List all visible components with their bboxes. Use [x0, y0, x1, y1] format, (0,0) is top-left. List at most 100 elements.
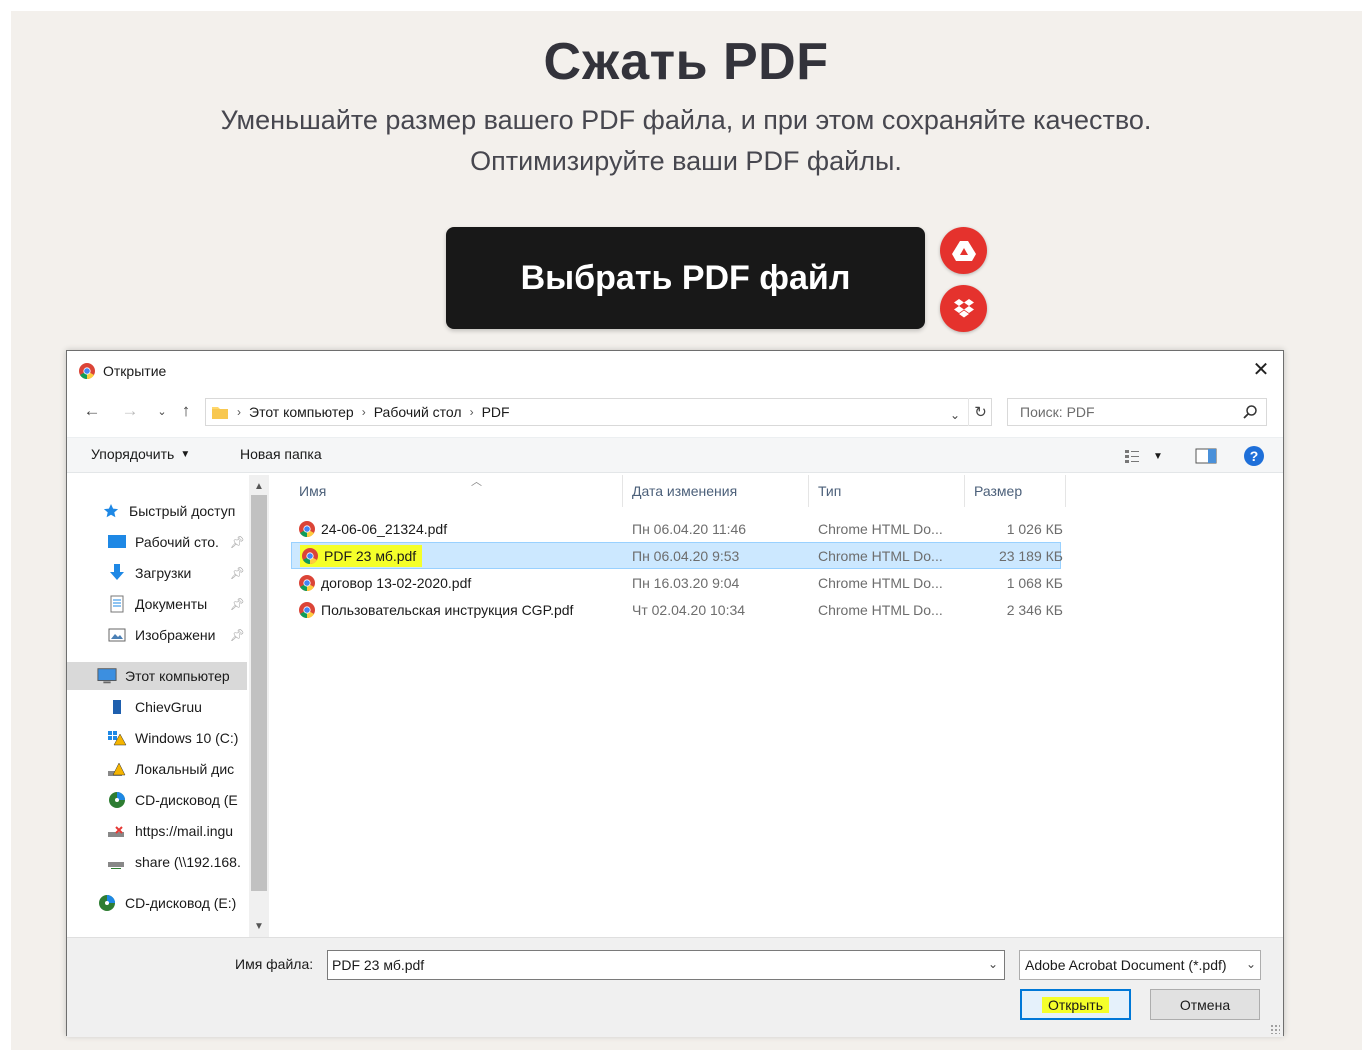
nav-label: Локальный дис [135, 761, 235, 777]
scroll-thumb[interactable] [251, 495, 267, 891]
nav-label: Изображени [135, 627, 216, 643]
forward-icon[interactable]: → [119, 399, 141, 423]
file-list: Имя ︿ Дата изменения Тип Размер 24-06-06… [271, 475, 1283, 937]
google-drive-button[interactable] [940, 227, 987, 274]
nav-chievgruu[interactable]: ChievGruu [67, 693, 247, 721]
file-date: Чт 02.04.20 10:34 [632, 601, 746, 618]
chevron-right-icon: › [469, 405, 474, 419]
filename-input[interactable]: PDF 23 мб.pdf ⌄ [327, 950, 1005, 980]
svg-text:?: ? [1250, 448, 1259, 464]
file-type: Chrome HTML Do... [818, 574, 943, 591]
nav-cd-drive-sub[interactable]: CD-дисковод (E [67, 786, 247, 814]
file-row-selected[interactable]: PDF 23 мб.pdf Пн 06.04.20 9:53 Chrome HT… [291, 542, 1063, 569]
file-row[interactable]: договор 13-02-2020.pdf Пн 16.03.20 9:04 … [291, 569, 1063, 596]
pin-icon: 📌︎ [229, 597, 245, 611]
nav-label: Этот компьютер [125, 668, 230, 684]
subtitle-line-1: Уменьшайте размер вашего PDF файла, и пр… [220, 105, 1152, 135]
sort-up-icon: ︿ [471, 476, 482, 488]
dropbox-button[interactable] [940, 285, 987, 332]
organize-button[interactable]: Упорядочить ▼ [91, 446, 190, 462]
chevron-right-icon: › [361, 405, 366, 419]
windows-drive-icon [107, 729, 127, 747]
column-header-type[interactable]: Тип [810, 475, 965, 507]
folder-icon [212, 407, 228, 419]
file-type-select[interactable]: Adobe Acrobat Document (*.pdf) ⌄ [1019, 950, 1261, 980]
file-name: PDF 23 мб.pdf [324, 547, 417, 564]
file-size: 2 346 КБ [1006, 601, 1063, 618]
cancel-button[interactable]: Отмена [1150, 989, 1260, 1020]
file-type: Chrome HTML Do... [818, 520, 943, 537]
new-folder-button[interactable]: Новая папка [240, 446, 322, 462]
nav-images[interactable]: Изображени 📌︎ [67, 621, 247, 649]
recent-locations-icon[interactable]: ⌄ [151, 399, 173, 423]
nav-network-share[interactable]: share (\\192.168. [67, 848, 247, 876]
caret-down-icon: ▼ [1153, 450, 1163, 462]
preview-pane-button[interactable] [1195, 445, 1217, 467]
nav-quick-access[interactable]: Быстрый доступ [67, 497, 247, 525]
file-size: 1 026 КБ [1006, 520, 1063, 537]
open-file-dialog: Открытие ✕ ← → ⌄ ↑ › Этот компьютер › Ра… [66, 350, 1284, 1037]
search-icon [1243, 405, 1257, 419]
nav-label: Загрузки [135, 565, 192, 581]
nav-cd-drive[interactable]: CD-дисковод (E:) [67, 889, 247, 917]
nav-local-disk[interactable]: Локальный дис [67, 755, 247, 783]
column-header-date[interactable]: Дата изменения [624, 475, 809, 507]
breadcrumb-desktop[interactable]: Рабочий стол [374, 404, 462, 420]
file-size: 23 189 КБ [998, 547, 1063, 564]
chevron-down-icon[interactable]: ⌄ [988, 957, 998, 971]
dialog-footer: Имя файла: PDF 23 мб.pdf ⌄ Adobe Acrobat… [67, 937, 1283, 1037]
file-name: договор 13-02-2020.pdf [321, 574, 472, 591]
file-row[interactable]: Пользовательская инструкция CGP.pdf Чт 0… [291, 596, 1063, 623]
breadcrumb-this-pc[interactable]: Этот компьютер [249, 404, 354, 420]
view-options-button[interactable]: ▼ [1125, 445, 1163, 467]
open-button[interactable]: Открыть [1020, 989, 1131, 1020]
chrome-icon [302, 547, 318, 564]
breadcrumb-pdf[interactable]: PDF [482, 404, 510, 420]
file-name-cell: PDF 23 мб.pdf [300, 542, 423, 569]
nav-downloads[interactable]: Загрузки 📌︎ [67, 559, 247, 587]
cd-drive-icon [97, 894, 117, 912]
nav-label: https://mail.ingu [135, 823, 234, 839]
network-drive-icon [107, 853, 127, 871]
nav-label: share (\\192.168. [135, 854, 241, 870]
select-pdf-button[interactable]: Выбрать PDF файл [446, 227, 925, 329]
disconnected-drive-icon [107, 822, 127, 840]
help-icon: ? [1244, 446, 1264, 466]
nav-label: CD-дисковод (E:) [125, 895, 237, 911]
column-header-size[interactable]: Размер [966, 475, 1066, 507]
address-bar[interactable]: › Этот компьютер › Рабочий стол › PDF ⌄ … [205, 398, 992, 426]
close-button[interactable]: ✕ [1249, 357, 1273, 381]
column-header-name[interactable]: Имя ︿ [291, 475, 623, 507]
page-title: Сжать PDF [543, 33, 829, 91]
nav-label: Рабочий сто. [135, 534, 219, 550]
nav-this-pc[interactable]: Этот компьютер [67, 662, 247, 690]
file-row[interactable]: 24-06-06_21324.pdf Пн 06.04.20 11:46 Chr… [291, 515, 1063, 542]
pin-icon: 📌︎ [229, 628, 245, 642]
nav-scrollbar[interactable]: ▲ ▼ [249, 475, 269, 937]
open-button-label: Открыть [1042, 996, 1109, 1013]
file-date: Пн 06.04.20 9:53 [632, 547, 740, 564]
scroll-down-icon[interactable]: ▼ [249, 917, 269, 935]
search-input[interactable]: Поиск: PDF [1007, 398, 1267, 426]
refresh-icon[interactable]: ↻ [968, 398, 992, 426]
file-name: Пользовательская инструкция CGP.pdf [321, 601, 574, 618]
up-folder-icon[interactable]: ↑ [175, 399, 197, 423]
nav-desktop[interactable]: Рабочий сто. 📌︎ [67, 528, 247, 556]
nav-label: Windows 10 (C:) [135, 730, 239, 746]
pictures-icon [107, 626, 127, 644]
desktop-icon [107, 533, 127, 551]
resize-grip[interactable] [1270, 1024, 1280, 1034]
back-icon[interactable]: ← [81, 399, 103, 423]
filename-value: PDF 23 мб.pdf [332, 957, 425, 973]
phone-icon [107, 698, 127, 716]
chrome-icon [299, 520, 315, 537]
nav-windows-drive[interactable]: Windows 10 (C:) [67, 724, 247, 752]
address-dropdown-icon[interactable]: ⌄ [946, 403, 964, 427]
scroll-up-icon[interactable]: ▲ [249, 477, 269, 495]
nav-network-mail[interactable]: https://mail.ingu [67, 817, 247, 845]
help-button[interactable]: ? [1243, 445, 1265, 467]
nav-documents[interactable]: Документы 📌︎ [67, 590, 247, 618]
local-disk-icon [107, 760, 127, 778]
computer-icon [97, 667, 117, 685]
cd-drive-icon [107, 791, 127, 809]
